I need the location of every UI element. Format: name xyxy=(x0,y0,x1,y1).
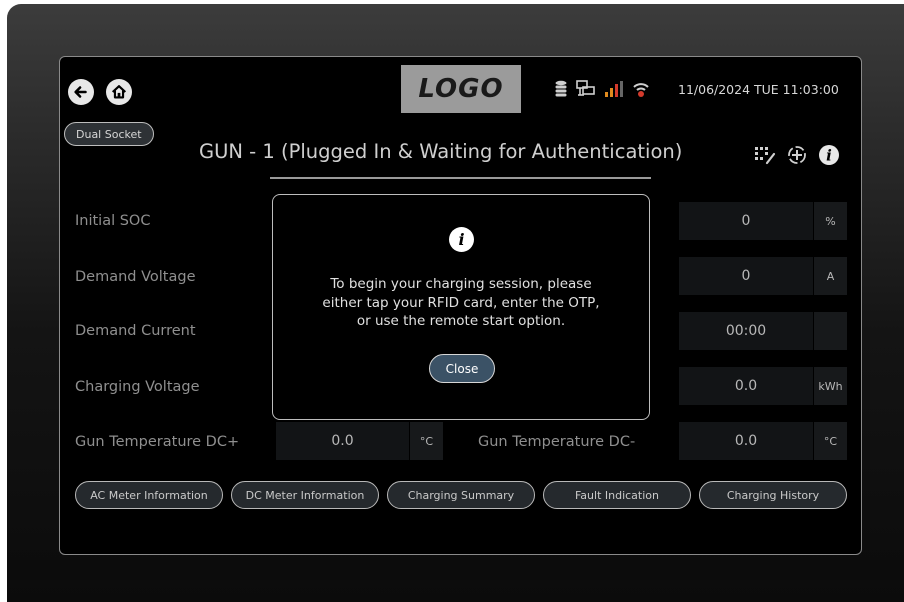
charging-voltage-value: 0.0 xyxy=(679,367,813,405)
datetime: 11/06/2024 TUE 11:03:00 xyxy=(678,82,839,97)
page-title: GUN - 1 (Plugged In & Waiting for Authen… xyxy=(199,140,683,163)
gun-temp-dc-minus-unit: °C xyxy=(814,422,847,460)
row-label-charging-voltage: Charging Voltage xyxy=(75,379,200,395)
title-actions: i xyxy=(754,144,840,166)
demand-current-value: 00:00 xyxy=(679,312,813,350)
gun-temp-dc-plus-label: Gun Temperature DC+ xyxy=(75,434,240,450)
gun-temp-dc-minus-label: Gun Temperature DC- xyxy=(478,434,636,450)
dialog-message-line: either tap your RFID card, enter the OTP… xyxy=(322,294,600,311)
initial-soc-value: 0 xyxy=(679,202,813,240)
row-label-initial-soc: Initial SOC xyxy=(75,213,151,229)
info-icon[interactable]: i xyxy=(818,144,840,166)
dc-meter-information-button[interactable]: DC Meter Information xyxy=(231,481,379,509)
initial-soc-unit: % xyxy=(814,202,847,240)
status-bar xyxy=(554,80,650,98)
dialog-message-line: To begin your charging session, please xyxy=(330,276,592,292)
svg-text:i: i xyxy=(826,147,832,165)
row-label-demand-voltage: Demand Voltage xyxy=(75,269,196,285)
demand-current-unit xyxy=(814,312,847,350)
fault-indication-button[interactable]: Fault Indication xyxy=(543,481,691,509)
charging-summary-button[interactable]: Charging Summary xyxy=(387,481,535,509)
title-underline xyxy=(270,177,651,179)
gun-temp-dc-plus-unit: °C xyxy=(410,422,443,460)
authentication-dialog: i To begin your charging session, please… xyxy=(272,194,650,420)
home-icon xyxy=(111,85,127,99)
back-button[interactable] xyxy=(68,79,94,105)
arrow-left-icon xyxy=(74,86,87,98)
close-button[interactable]: Close xyxy=(429,354,495,383)
charger-screen: LOGO 11/06/2024 TUE 11:03:00 Dual Socket… xyxy=(59,56,862,555)
qr-code-icon[interactable] xyxy=(754,145,776,165)
gun-temp-dc-minus-value: 0.0 xyxy=(679,422,813,460)
dialog-message: To begin your charging session, please e… xyxy=(273,275,649,331)
charging-voltage-unit: kWh xyxy=(814,367,847,405)
row-label-demand-current: Demand Current xyxy=(75,323,196,339)
network-icon xyxy=(576,80,596,98)
remote-start-icon[interactable] xyxy=(786,144,808,166)
ac-meter-information-button[interactable]: AC Meter Information xyxy=(75,481,223,509)
gun-temp-dc-plus-value: 0.0 xyxy=(276,422,409,460)
home-button[interactable] xyxy=(106,79,132,105)
demand-voltage-unit: A xyxy=(814,257,847,295)
dual-socket-button[interactable]: Dual Socket xyxy=(64,122,154,146)
demand-voltage-value: 0 xyxy=(679,257,813,295)
info-icon: i xyxy=(449,227,474,252)
database-icon xyxy=(554,80,568,98)
signal-bars-icon xyxy=(604,80,624,98)
logo: LOGO xyxy=(401,65,521,113)
charging-history-button[interactable]: Charging History xyxy=(699,481,847,509)
wifi-off-icon xyxy=(632,80,650,98)
dialog-message-line: or use the remote start option. xyxy=(356,313,566,329)
